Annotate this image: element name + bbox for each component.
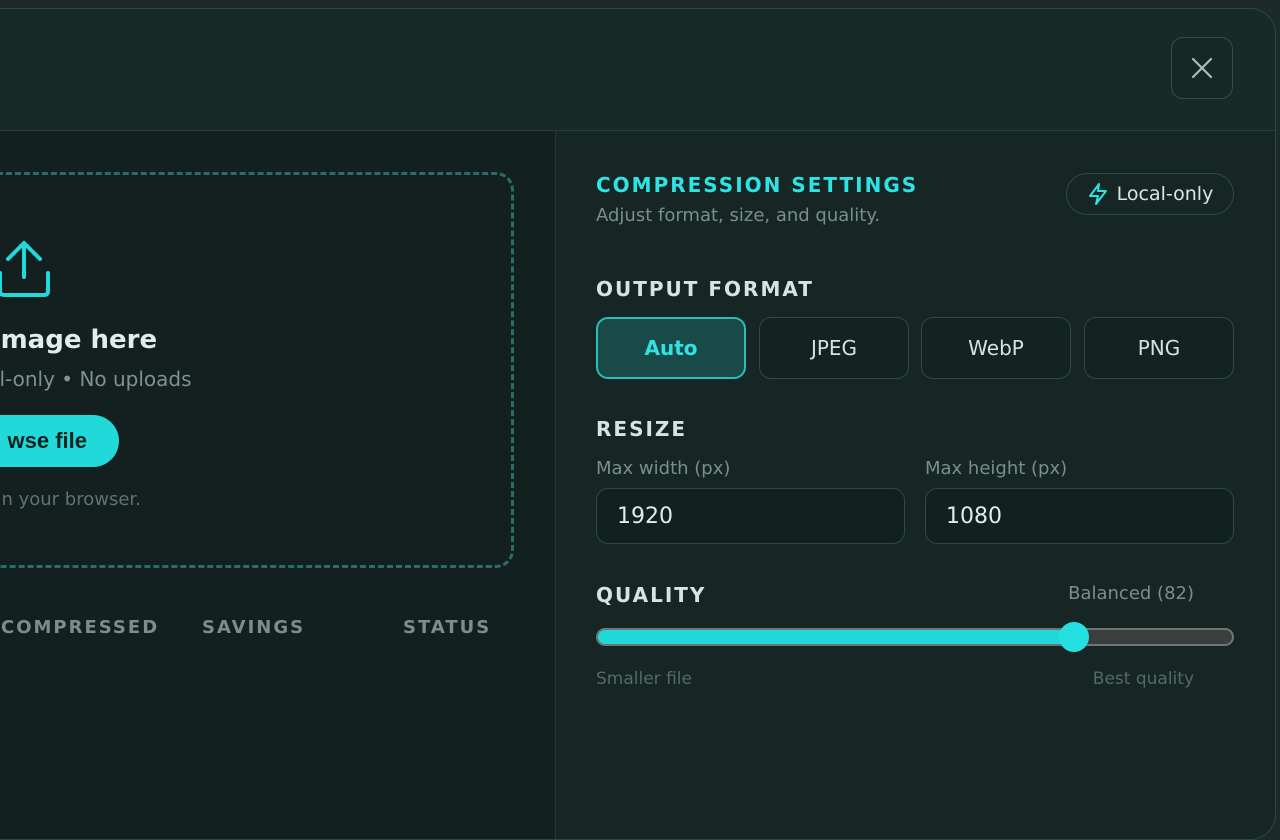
dropzone-title: p image here (0, 325, 158, 355)
badge-label: Local-only (1116, 183, 1214, 205)
modal-header (0, 9, 1275, 131)
settings-subtitle: Adjust format, size, and quality. (596, 205, 881, 226)
max-width-label: Max width (px) (596, 458, 731, 479)
local-only-badge: Local-only (1066, 173, 1234, 215)
slider-max-caption: Best quality (1092, 669, 1194, 689)
quality-label: QUALITY (596, 583, 707, 607)
browse-file-button[interactable]: wse file (0, 415, 119, 467)
upload-pane: p image here ocal-only • No uploads wse … (0, 131, 556, 839)
max-height-input[interactable] (925, 488, 1234, 544)
settings-title: COMPRESSION SETTINGS (596, 173, 919, 197)
format-option-auto[interactable]: Auto (596, 317, 746, 379)
column-header-status: STATUS (403, 617, 492, 638)
upload-icon (0, 241, 50, 297)
close-button[interactable] (1171, 37, 1233, 99)
quality-slider-fill (598, 630, 1074, 644)
close-icon (1191, 57, 1213, 79)
quality-value: Balanced (82) (1068, 583, 1194, 604)
output-format-label: OUTPUT FORMAT (596, 277, 814, 301)
max-height-label: Max height (px) (925, 458, 1068, 479)
format-option-webp[interactable]: WebP (921, 317, 1071, 379)
lightning-icon (1088, 183, 1107, 205)
quality-slider[interactable] (596, 622, 1234, 652)
max-width-input[interactable] (596, 488, 905, 544)
compression-modal: p image here ocal-only • No uploads wse … (0, 8, 1276, 840)
slider-min-caption: Smaller file (596, 669, 692, 689)
format-option-png[interactable]: PNG (1084, 317, 1234, 379)
dropzone-subtitle: ocal-only • No uploads (0, 367, 192, 391)
resize-label: RESIZE (596, 417, 688, 441)
dropzone[interactable]: p image here ocal-only • No uploads wse … (0, 172, 514, 568)
column-header-savings: SAVINGS (202, 617, 306, 638)
column-header-compressed: COMPRESSED (1, 617, 160, 638)
quality-slider-thumb[interactable] (1058, 622, 1089, 652)
format-option-jpeg[interactable]: JPEG (759, 317, 909, 379)
settings-pane: COMPRESSION SETTINGS Adjust format, size… (556, 131, 1256, 839)
dropzone-note: ely in your browser. (0, 489, 141, 510)
